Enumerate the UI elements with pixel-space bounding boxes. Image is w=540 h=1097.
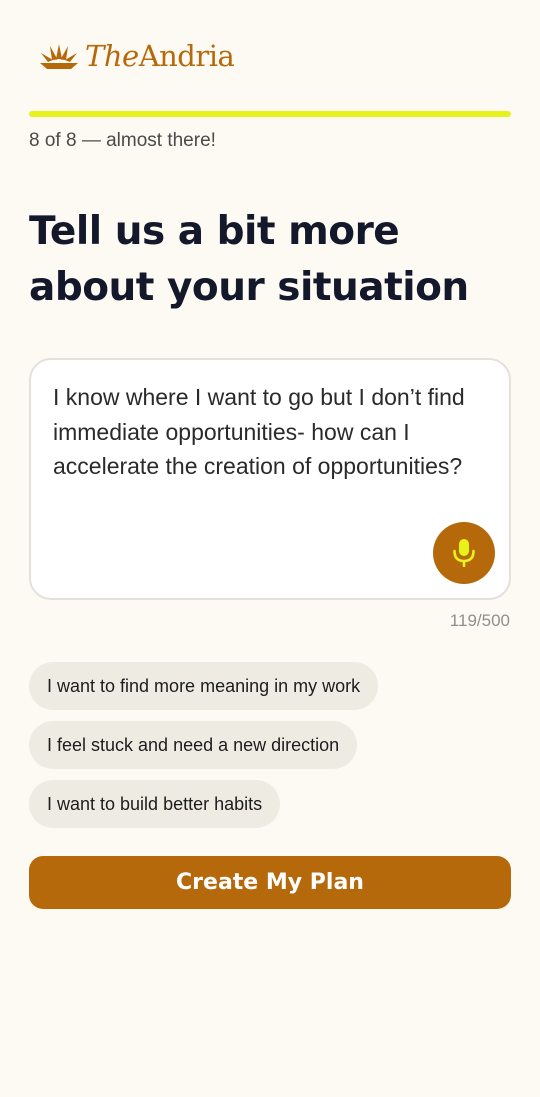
- voice-input-button[interactable]: [433, 522, 495, 584]
- brand-name-the: The: [85, 39, 139, 73]
- brand-name-andria: Andria: [138, 39, 235, 73]
- progress-label: 8 of 8 — almost there!: [29, 130, 216, 151]
- suggestion-chip-stuck[interactable]: I feel stuck and need a new direction: [29, 721, 358, 769]
- brand-name: TheAndria: [85, 39, 235, 73]
- progress-bar-fill: [29, 111, 511, 117]
- situation-textarea[interactable]: I know where I want to go but I don’t fi…: [53, 380, 477, 530]
- suggestion-chip-meaning[interactable]: I want to find more meaning in my work: [29, 662, 379, 710]
- progress-bar: [29, 111, 511, 117]
- suggestion-chip-habits[interactable]: I want to build better habits: [29, 780, 281, 828]
- character-counter: 119/500: [449, 611, 510, 630]
- lotus-logo-icon: [40, 44, 78, 69]
- create-plan-button[interactable]: Create My Plan: [29, 856, 511, 909]
- question-title: Tell us a bit more about your situation: [29, 209, 469, 310]
- response-card: I know where I want to go but I don’t fi…: [29, 358, 511, 600]
- brand-logo: TheAndria: [37, 38, 235, 74]
- microphone-icon: [453, 539, 475, 567]
